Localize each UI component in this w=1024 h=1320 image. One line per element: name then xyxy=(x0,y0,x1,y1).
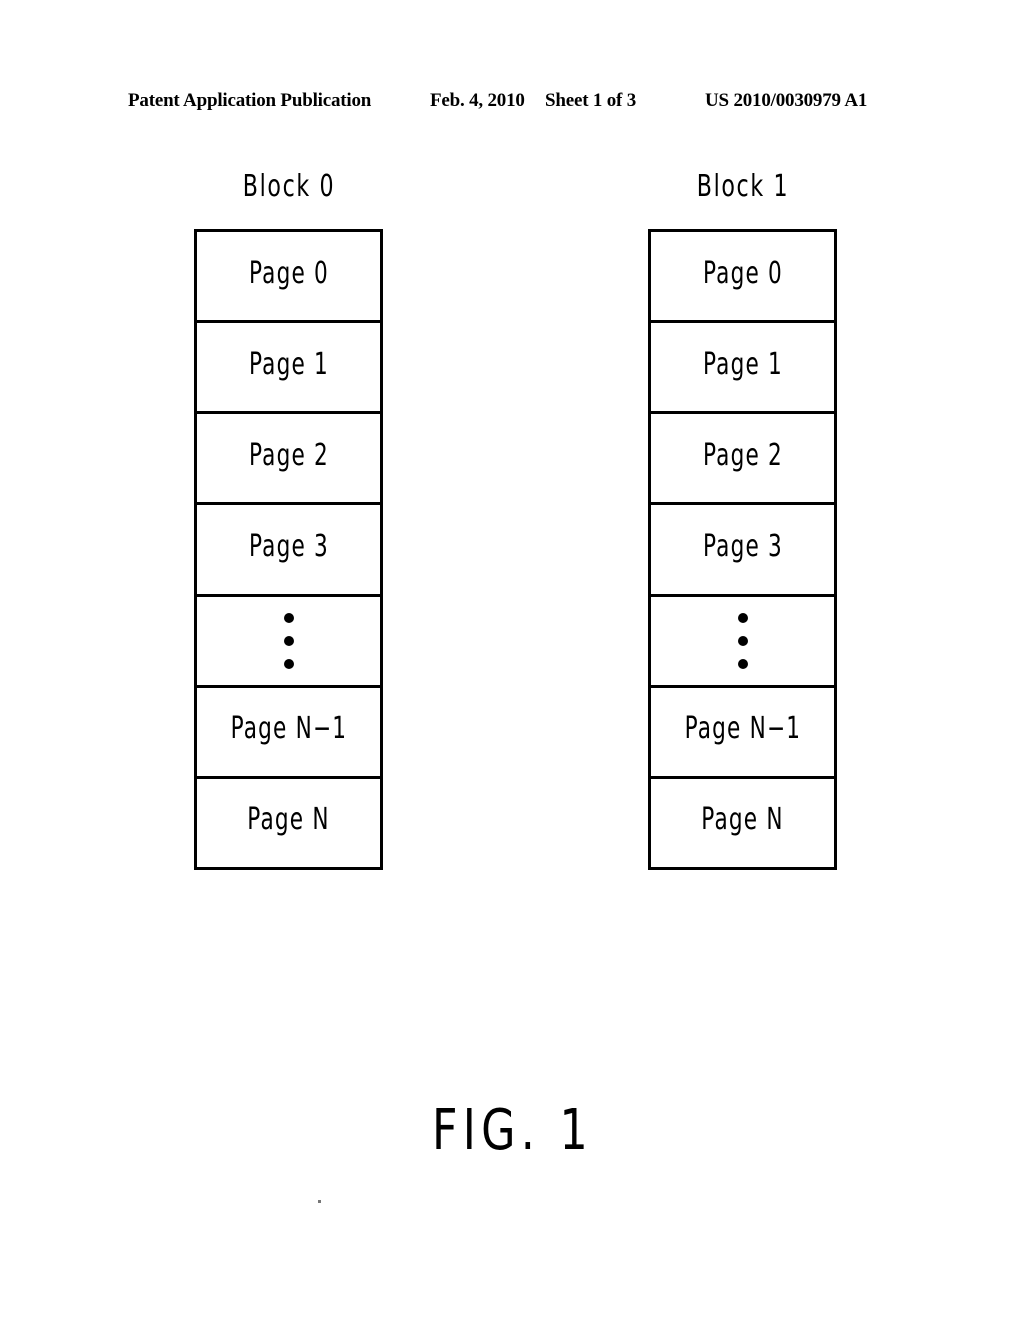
page-label: Page N xyxy=(701,802,784,838)
block-table-0: Page 0 Page 1 Page 2 Page 3 Page N−1 Pag… xyxy=(194,229,383,870)
page-label: Page 2 xyxy=(248,437,329,473)
page-cell: Page 0 xyxy=(651,232,834,324)
page-cell: Page N−1 xyxy=(197,688,380,779)
figure-1: Block 0 Page 0 Page 1 Page 2 Page 3 Page… xyxy=(0,0,1024,1320)
block-title-0: Block 0 xyxy=(242,169,336,204)
figure-caption-text: FIG. 1 xyxy=(431,1098,593,1163)
page-label: Page 1 xyxy=(702,346,783,382)
ellipsis-dot-icon xyxy=(737,658,748,669)
ellipsis-dot-icon xyxy=(737,612,748,623)
page-cell: Page 3 xyxy=(197,505,380,597)
page-label: Page N−1 xyxy=(684,711,801,747)
page-label: Page 3 xyxy=(248,528,329,564)
page-cell: Page 2 xyxy=(651,414,834,506)
block-group-0: Block 0 Page 0 Page 1 Page 2 Page 3 Page… xyxy=(194,170,384,870)
page-cell: Page N−1 xyxy=(651,688,834,779)
page-cell: Page 3 xyxy=(651,505,834,597)
scan-artifact-speck xyxy=(318,1200,321,1203)
vertical-ellipsis-cell xyxy=(197,597,380,688)
page-cell: Page N xyxy=(197,779,380,867)
ellipsis-dot-icon xyxy=(737,635,748,646)
page-cell: Page 2 xyxy=(197,414,380,506)
page-cell: Page 0 xyxy=(197,232,380,324)
page-label: Page 1 xyxy=(248,346,329,382)
page-label: Page N−1 xyxy=(230,711,347,747)
block-title-1: Block 1 xyxy=(696,169,790,204)
block-group-1: Block 1 Page 0 Page 1 Page 2 Page 3 Page… xyxy=(648,170,838,870)
figure-caption: FIG. 1 xyxy=(0,1098,1024,1163)
ellipsis-dot-icon xyxy=(283,635,294,646)
page-cell: Page N xyxy=(651,779,834,867)
block-table-1: Page 0 Page 1 Page 2 Page 3 Page N−1 Pag… xyxy=(648,229,837,870)
ellipsis-dot-icon xyxy=(283,612,294,623)
page-label: Page 0 xyxy=(702,255,783,291)
page-label: Page 3 xyxy=(702,528,783,564)
patent-drawing-page: Patent Application Publication Feb. 4, 2… xyxy=(0,0,1024,1320)
vertical-ellipsis-cell xyxy=(651,597,834,688)
page-label: Page 0 xyxy=(248,255,329,291)
page-label: Page 2 xyxy=(702,437,783,473)
page-cell: Page 1 xyxy=(651,323,834,415)
page-label: Page N xyxy=(247,802,330,838)
ellipsis-dot-icon xyxy=(283,658,294,669)
page-cell: Page 1 xyxy=(197,323,380,415)
